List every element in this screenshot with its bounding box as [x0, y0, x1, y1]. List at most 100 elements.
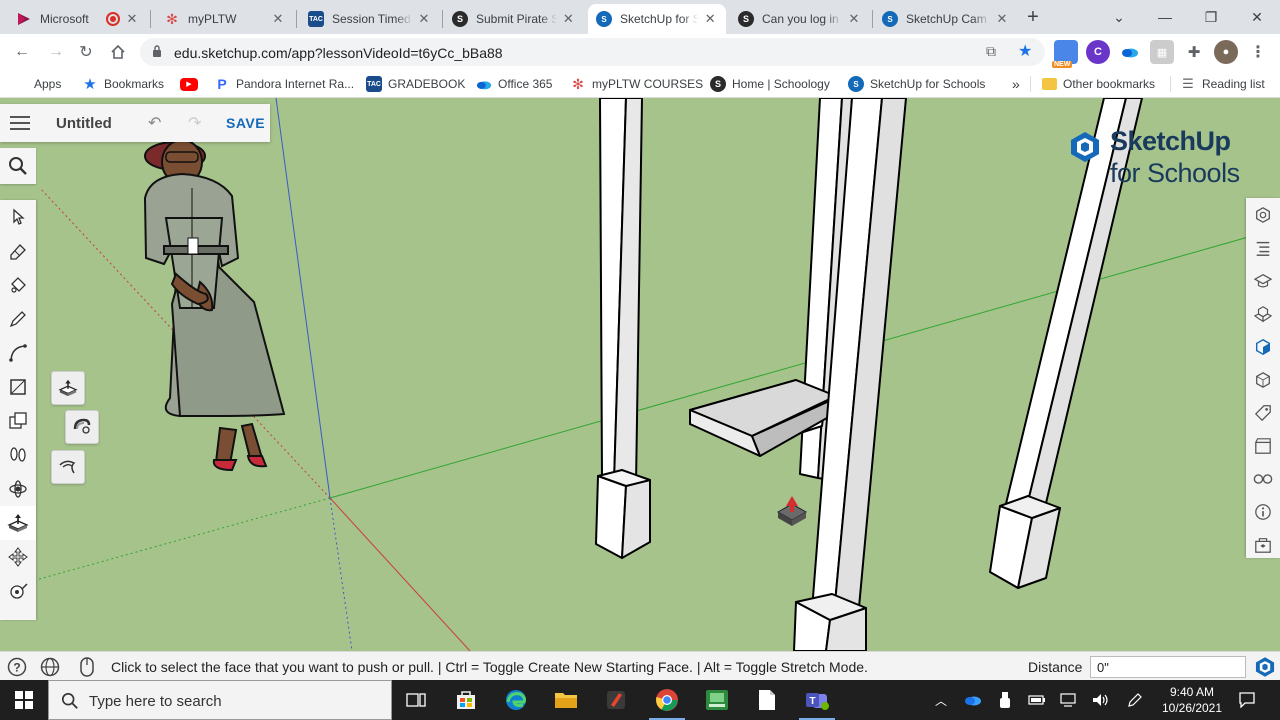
- distance-input[interactable]: [1090, 656, 1246, 678]
- start-button[interactable]: [0, 680, 48, 720]
- extension-new-button[interactable]: NEW: [1052, 40, 1078, 68]
- bookmark-sketchup-for-schools[interactable]: S SketchUp for Schools: [848, 75, 985, 93]
- bookmark-office-365[interactable]: Office 365: [476, 75, 552, 93]
- close-icon[interactable]: ✕: [846, 11, 862, 27]
- bookmark-apps[interactable]: Apps: [14, 75, 61, 93]
- search-button[interactable]: [0, 148, 36, 184]
- bookmark-bookmarks[interactable]: ★ Bookmarks: [82, 75, 164, 93]
- bookmark-mypltw-courses[interactable]: ✻ myPLTW COURSES: [570, 75, 703, 93]
- panel-styles[interactable]: [1246, 363, 1280, 396]
- taskbar-edge[interactable]: [492, 680, 540, 720]
- panel-scenes[interactable]: [1246, 429, 1280, 462]
- tray-battery[interactable]: [1026, 680, 1048, 720]
- tab-submit-pirate[interactable]: S Submit Pirate S ✕: [444, 4, 584, 34]
- taskbar-app-red[interactable]: [592, 680, 640, 720]
- subtool-sweep[interactable]: [51, 450, 85, 484]
- tool-offset[interactable]: [0, 404, 36, 438]
- back-button[interactable]: ←: [8, 38, 36, 66]
- tool-rectangle[interactable]: [0, 370, 36, 404]
- redo-icon[interactable]: ↷: [188, 113, 201, 133]
- task-view-button[interactable]: [392, 680, 440, 720]
- tab-search-button[interactable]: ⌄: [1096, 0, 1142, 34]
- close-icon[interactable]: ✕: [270, 11, 286, 27]
- taskbar-clock[interactable]: 9:40 AM 10/26/2021: [1152, 684, 1232, 716]
- tab-sketchup-for-schools[interactable]: S SketchUp for S ✕: [588, 4, 726, 34]
- taskbar-search[interactable]: Type here to search: [48, 680, 392, 720]
- taskbar-flex-app[interactable]: [693, 680, 741, 720]
- reading-list[interactable]: ☰ Reading list: [1180, 75, 1265, 93]
- new-tab-button[interactable]: +: [1010, 0, 1056, 34]
- panel-tags[interactable]: [1246, 396, 1280, 429]
- tool-orbit[interactable]: [0, 472, 36, 506]
- 3d-model[interactable]: [595, 98, 1143, 651]
- hamburger-menu-icon[interactable]: [10, 115, 30, 131]
- tool-arc[interactable]: [0, 336, 36, 370]
- tool-select[interactable]: [0, 200, 36, 234]
- panel-learn[interactable]: [1246, 264, 1280, 297]
- tray-pen[interactable]: [1124, 680, 1146, 720]
- other-bookmarks[interactable]: Other bookmarks: [1042, 75, 1155, 93]
- tool-tape-measure[interactable]: [0, 574, 36, 608]
- more-bookmarks-button[interactable]: »: [1012, 75, 1020, 93]
- tool-move[interactable]: [0, 540, 36, 574]
- restore-button[interactable]: ❐: [1188, 0, 1234, 34]
- tray-network[interactable]: [1058, 680, 1080, 720]
- bookmark-pandora[interactable]: P Pandora Internet Ra...: [214, 75, 354, 93]
- taskbar-teams[interactable]: T: [793, 680, 841, 720]
- tray-volume[interactable]: [1090, 680, 1112, 720]
- close-icon[interactable]: ✕: [416, 11, 432, 27]
- tab-session-timed[interactable]: TAC Session Timed ✕: [300, 4, 440, 34]
- bookmark-gradebook[interactable]: TAC GRADEBOOK: [366, 75, 465, 93]
- taskbar-chrome[interactable]: [643, 680, 691, 720]
- panel-display[interactable]: [1246, 462, 1280, 495]
- extensions-menu-button[interactable]: ✚: [1182, 40, 1206, 64]
- scale-figure[interactable]: [143, 139, 286, 472]
- tab-can-you-log-in[interactable]: S Can you log in ✕: [730, 4, 870, 34]
- home-button[interactable]: [104, 38, 132, 66]
- taskbar-document[interactable]: [743, 680, 791, 720]
- tray-usb[interactable]: [994, 680, 1016, 720]
- tool-footprints[interactable]: [0, 438, 36, 472]
- extension-c-button[interactable]: C: [1086, 40, 1110, 64]
- subtool-push-pull[interactable]: [51, 371, 85, 405]
- panel-3d-warehouse[interactable]: [1246, 528, 1280, 561]
- minimize-button[interactable]: —: [1142, 0, 1188, 34]
- tray-show-hidden[interactable]: ︿: [930, 680, 952, 720]
- tray-onedrive[interactable]: [962, 680, 984, 720]
- panel-outliner[interactable]: [1246, 231, 1280, 264]
- subtool-follow-me[interactable]: [65, 410, 99, 444]
- taskbar-file-explorer[interactable]: [542, 680, 590, 720]
- tool-pencil[interactable]: [0, 302, 36, 336]
- tray-notifications[interactable]: [1236, 680, 1258, 720]
- geo-location-button[interactable]: [39, 656, 61, 678]
- tool-push-pull[interactable]: [0, 506, 36, 540]
- tab-microsoft[interactable]: Microsoft ✕: [8, 4, 148, 34]
- close-icon[interactable]: ✕: [561, 11, 576, 27]
- tool-paint-bucket[interactable]: [0, 268, 36, 302]
- open-in-app-icon[interactable]: ⧉: [986, 43, 996, 60]
- bookmark-youtube[interactable]: ▶: [180, 75, 204, 93]
- forward-button[interactable]: →: [42, 38, 70, 66]
- extension-gray-button[interactable]: ▦: [1150, 40, 1174, 64]
- panel-entity-info[interactable]: [1246, 495, 1280, 528]
- close-icon[interactable]: ✕: [702, 11, 718, 27]
- address-bar[interactable]: edu.sketchup.com/app?lessonVideoId=t6yCc…: [140, 38, 1045, 66]
- close-window-button[interactable]: ✕: [1234, 0, 1280, 34]
- document-title[interactable]: Untitled: [56, 115, 112, 132]
- reload-button[interactable]: ↻: [72, 38, 100, 66]
- tab-sketchup-camp[interactable]: S SketchUp Cam ✕: [874, 4, 1018, 34]
- undo-icon[interactable]: ↶: [148, 113, 161, 133]
- panel-materials[interactable]: [1246, 330, 1280, 363]
- help-button[interactable]: ?: [6, 656, 28, 678]
- profile-avatar[interactable]: ●: [1214, 40, 1238, 64]
- bookmark-home-schoology[interactable]: S Home | Schoology: [710, 75, 830, 93]
- mouse-settings-button[interactable]: [76, 656, 98, 678]
- close-icon[interactable]: ✕: [994, 11, 1010, 27]
- panel-instructor[interactable]: [1246, 198, 1280, 231]
- save-button[interactable]: SAVE: [226, 115, 265, 131]
- bookmark-star-icon[interactable]: ★: [1018, 41, 1032, 61]
- tool-eraser[interactable]: [0, 234, 36, 268]
- taskbar-store[interactable]: [442, 680, 490, 720]
- browser-menu-button[interactable]: ⋮: [1246, 40, 1270, 64]
- tab-mypltw[interactable]: ✻ myPLTW ✕: [156, 4, 294, 34]
